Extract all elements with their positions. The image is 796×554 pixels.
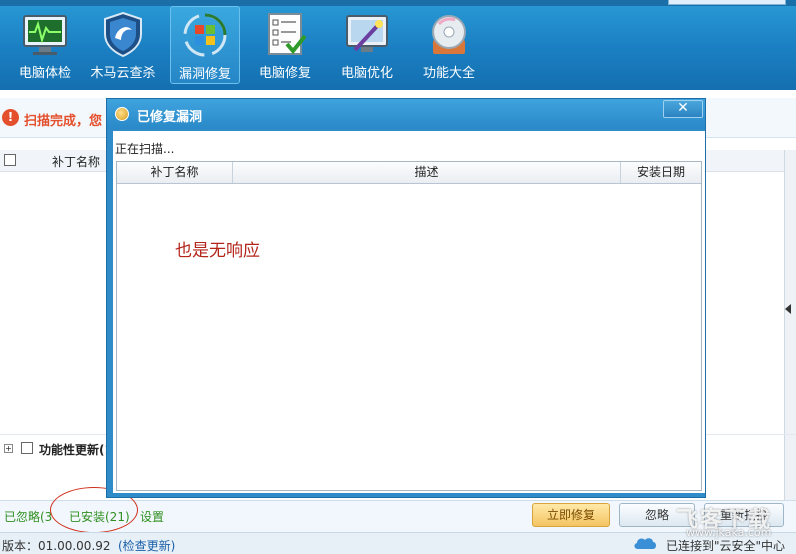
top-toolbar: 电脑体检 木马云查杀 漏洞修复 电脑修复 电脑优化 功能大全	[0, 0, 796, 90]
select-all-checkbox[interactable]	[4, 154, 16, 166]
table-header: 补丁名称 描述 安装日期	[117, 162, 701, 184]
rescan-button[interactable]: 重新扫描	[704, 503, 784, 527]
alert-icon: !	[2, 109, 19, 126]
checklist-icon	[268, 13, 307, 55]
cloud-icon	[634, 538, 656, 549]
toolbar-item-all-features[interactable]: 功能大全	[414, 6, 484, 84]
toolbar-item-label: 木马云查杀	[90, 66, 156, 81]
collapse-arrow-icon[interactable]	[785, 304, 791, 314]
functional-update-checkbox[interactable]	[21, 442, 33, 454]
cloud-status-text: 已连接到"云安全"中心	[666, 539, 786, 553]
toolbar-item-optimize[interactable]: 电脑优化	[332, 6, 402, 84]
column-patch-name: 补丁名称	[52, 155, 101, 169]
windows-logo-icon	[183, 13, 227, 57]
app-icon	[115, 107, 129, 121]
side-collapse-bar[interactable]	[784, 150, 796, 530]
toolbar-item-checkup[interactable]: 电脑体检	[10, 6, 80, 84]
scanning-status: 正在扫描...	[115, 142, 175, 156]
column-patch-name[interactable]: 补丁名称	[117, 162, 233, 183]
expand-icon[interactable]: +	[4, 444, 13, 453]
close-button[interactable]: ✕	[663, 100, 703, 118]
shield-icon	[104, 11, 142, 58]
toolbar-item-vuln-fix[interactable]: 漏洞修复	[170, 6, 240, 84]
column-description[interactable]: 描述	[233, 162, 621, 183]
toolbar-item-label: 电脑体检	[18, 66, 71, 81]
toolbar-item-label: 电脑修复	[258, 66, 311, 81]
installed-patch-table: 补丁名称 描述 安装日期 也是无响应	[116, 161, 702, 491]
fix-now-button[interactable]: 立即修复	[532, 503, 610, 527]
version-label: 版本：01.00.00.92	[2, 539, 111, 553]
patch-list-body-right	[704, 172, 788, 432]
search-box[interactable]	[668, 0, 786, 5]
dialog-title: 已修复漏洞	[137, 110, 203, 125]
dialog-titlebar[interactable]: 已修复漏洞 ✕	[107, 99, 705, 129]
toolbar-item-pc-repair[interactable]: 电脑修复	[250, 6, 320, 84]
settings-link[interactable]: 设置	[140, 508, 164, 525]
toolbar-item-label: 功能大全	[422, 66, 475, 81]
dialog-body: 正在扫描... 补丁名称 描述 安装日期 也是无响应	[113, 131, 705, 493]
monitor-checkup-icon	[23, 15, 67, 55]
magic-wand-screen-icon	[346, 15, 388, 52]
scan-status-text: 扫描完成，您	[24, 114, 103, 129]
toolbar-item-trojan-scan[interactable]: 木马云查杀	[88, 6, 158, 84]
status-bar: 版本：01.00.00.92 (检查更新) 已连接到"云安全"中心	[0, 532, 796, 554]
check-update-link[interactable]: (检查更新)	[118, 537, 175, 554]
ignored-link[interactable]: 已忽略(3	[4, 508, 52, 525]
fixed-vulns-dialog: 已修复漏洞 ✕ 正在扫描... 补丁名称 描述 安装日期 也是无响应	[106, 98, 706, 498]
toolbar-item-label: 电脑优化	[340, 66, 393, 81]
disc-toolbox-icon	[432, 15, 466, 54]
annotation-text: 也是无响应	[175, 241, 260, 261]
toolbar-item-label: 漏洞修复	[178, 67, 231, 82]
ignore-button[interactable]: 忽略	[619, 503, 695, 527]
functional-update-label: 功能性更新(1	[39, 443, 113, 457]
patch-list-body	[0, 172, 108, 432]
column-install-date[interactable]: 安装日期	[621, 162, 701, 183]
